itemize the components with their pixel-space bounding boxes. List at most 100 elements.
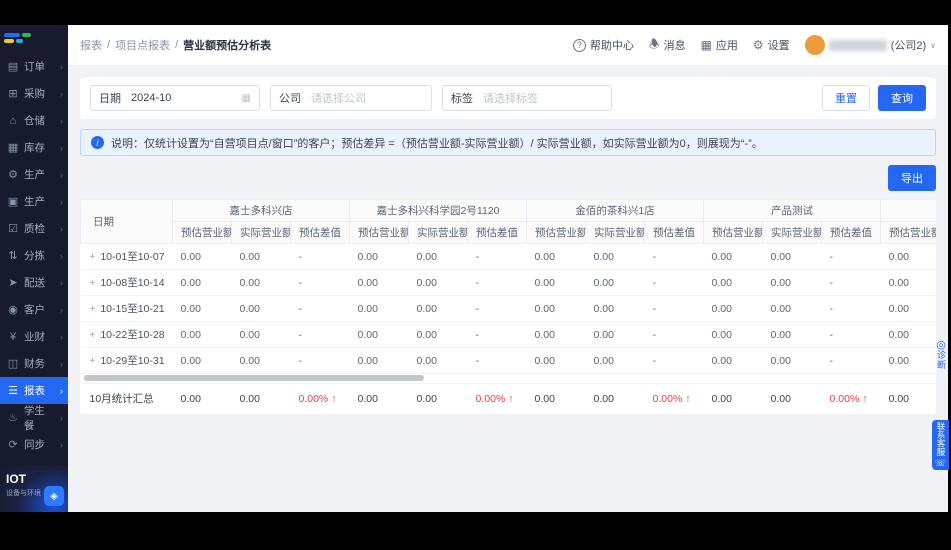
customer-service-widget[interactable]: 联系客服 ☏ [932,420,949,470]
breadcrumb-item[interactable]: 报表 [80,37,102,53]
filter-bar: 日期 2024-10 ▦ 公司 请选择公司 标签 请选择标签 重置 查询 [80,77,936,119]
column-subheader: 预估营业额 [526,221,587,244]
sidebar-item-delivery[interactable]: ➤ 配送 › [0,269,68,296]
expand-plus-icon[interactable]: + [90,278,96,289]
column-group-header [880,199,936,222]
column-subheader: 实际营业额 [585,221,646,244]
production-plan-icon: ▣ [7,196,19,208]
sidebar-item-inventory[interactable]: ▦ 库存 › [0,134,68,161]
table-cell: - [821,269,881,296]
column-subheader: 预估营业额 [172,221,232,244]
chevron-right-icon: › [60,196,63,207]
table-cell: 0.00 [349,295,409,322]
expand-plus-icon[interactable]: + [90,330,96,341]
row-date-cell: +10-22至10-28 [80,321,173,348]
sidebar-item-report[interactable]: ☰ 报表 › [0,377,68,404]
column-group-header: 金佰的茶科兴1店 [526,199,705,222]
bell-icon: 🕭 [648,36,660,51]
table-cell: - [467,295,527,322]
company-placeholder: 请选择公司 [311,93,366,105]
table-cell: - [467,269,527,296]
table-cell: 0.00 [762,269,822,296]
sidebar-item-biz-finance[interactable]: ¥ 业财 › [0,323,68,350]
sidebar-item-student-meal[interactable]: ♨ 学生餐 › [0,404,68,432]
table-cell: 0.00 [703,347,763,374]
settings-button[interactable]: ⚙ 设置 [753,37,790,53]
summary-cell: 0.00 [534,392,555,405]
expand-plus-icon[interactable]: + [90,252,96,263]
table-cell: 0.00 [349,269,409,296]
info-circle-icon: i [91,136,104,149]
sidebar-item-label: 生产 [24,169,45,181]
sidebar-item-label: 生产 [24,196,45,208]
export-button[interactable]: 导出 [888,165,936,191]
table-cell: 0.00 [231,347,291,374]
column-subheader: 预估营业额 [880,221,936,244]
sidebar-menu: ▤ 订单 › ⊞ 采购 › ⌂ 仓储 › ▦ 库存 › ⚙ 生产 › ▣ 生产 › ☑ 质检 › ⇅ 分拣 › ➤ 配送 › ◉ 客户 ›… [0,53,68,466]
sidebar-item-customer[interactable]: ◉ 客户 › [0,296,68,323]
table-cell: - [290,295,350,322]
table-scroll-area[interactable]: 日期 嘉士多科兴店 嘉士多科兴科学园2号1120 金佰的茶科兴1店 产品测试 预估营业额实… [80,199,936,414]
sidebar-iot-panel[interactable]: IOT 设备与环境 ◈ [0,466,68,512]
sidebar-item-purchase[interactable]: ⊞ 采购 › [0,80,68,107]
sidebar-item-label: 学生餐 [23,404,45,432]
table-cell: 0.00 [231,243,291,270]
delivery-icon: ➤ [8,277,18,289]
column-header-date: 日期 [80,199,173,244]
sidebar-item-production2[interactable]: ▣ 生产 › [0,188,68,215]
table-row: +10-15至10-21 0.00 0.00-0.00 0.00-0.00 0.00-0… [80,295,936,322]
chevron-right-icon: › [60,385,63,396]
sidebar-item-production[interactable]: ⚙ 生产 › [0,161,68,188]
scrollbar-thumb[interactable] [83,375,424,381]
chevron-right-icon: › [60,61,63,72]
breadcrumb-item[interactable]: 项目点报表 [115,37,170,53]
sidebar-item-sorting[interactable]: ⇅ 分拣 › [0,242,68,269]
apps-button[interactable]: ▦ 应用 [701,37,738,53]
sidebar-item-label: 订单 [24,61,45,73]
question-circle-icon: ? [572,38,586,52]
column-subheader: 实际营业额 [408,221,469,244]
page-content: 日期 2024-10 ▦ 公司 请选择公司 标签 请选择标签 重置 查询 i 说… [68,65,948,512]
help-center-button[interactable]: ? 帮助中心 [572,37,634,53]
sidebar-item-orders[interactable]: ▤ 订单 › [0,53,68,80]
column-subheader: 预估差值 [821,221,882,244]
table-cell: 0.00 [880,243,936,270]
sidebar-item-warehouse[interactable]: ⌂ 仓储 › [0,107,68,134]
query-button[interactable]: 查询 [878,85,926,111]
table-cell: - [644,321,704,348]
sidebar-item-qc[interactable]: ☑ 质检 › [0,215,68,242]
chevron-right-icon: › [60,358,63,369]
expand-plus-icon[interactable]: + [90,304,96,315]
horizontal-scrollbar[interactable] [80,374,936,383]
arrow-up-icon: ↑ [685,392,691,405]
tag-select[interactable]: 标签 请选择标签 [442,85,612,111]
summary-cell: 0.00% ↑ [475,392,514,405]
horizontal-scrollbar-row [80,373,936,384]
row-date-cell: +10-15至10-21 [80,295,173,322]
messages-button[interactable]: 🕭 消息 [649,35,686,56]
date-value: 2024-10 [131,92,172,104]
avatar [804,35,825,55]
column-subheader: 实际营业额 [762,221,823,244]
sidebar-item-label: 客户 [24,304,45,316]
production-icon: ⚙ [8,169,18,181]
table-cell: 0.00 [526,243,586,270]
chevron-down-icon: ∨ [930,40,936,50]
sidebar-item-sync[interactable]: ⟳ 同步 › [0,431,68,458]
company-select[interactable]: 公司 请选择公司 [270,85,432,111]
report-table: 日期 嘉士多科兴店 嘉士多科兴科学园2号1120 金佰的茶科兴1店 产品测试 预估营业额实… [80,199,936,414]
table-cell: 0.00 [231,295,291,322]
purchase-icon: ⊞ [8,88,18,100]
sidebar-item-label: 质检 [24,223,45,235]
summary-cell: 0.00 [416,392,437,405]
app-logo [0,25,68,49]
chevron-right-icon: › [60,277,63,288]
summary-cell: 0.00% ↑ [652,392,691,405]
reset-button[interactable]: 重置 [822,85,870,111]
diagnose-widget[interactable]: ◎ 诊断 [933,340,949,371]
expand-plus-icon[interactable]: + [90,356,96,367]
sidebar-item-finance[interactable]: ◫ 财务 › [0,350,68,377]
date-picker[interactable]: 日期 2024-10 ▦ [90,85,260,111]
user-menu[interactable]: (公司2) ∨ [804,35,936,55]
sync-icon: ⟳ [8,439,18,451]
